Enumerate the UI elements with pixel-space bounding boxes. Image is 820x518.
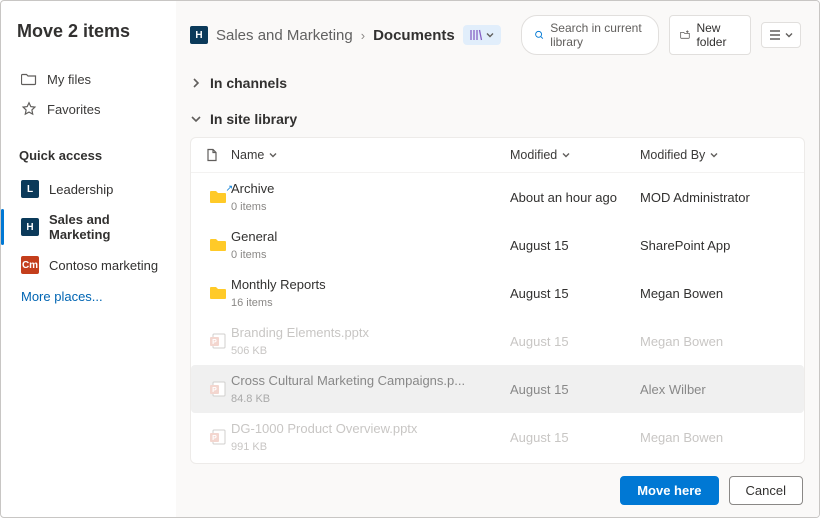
search-placeholder: Search in current library	[550, 21, 646, 49]
modified-cell: August 15	[510, 334, 640, 349]
file-name: Archive	[231, 181, 274, 196]
file-name: Branding Elements.pptx	[231, 325, 369, 340]
column-header-name[interactable]: Name	[231, 148, 510, 162]
table-row[interactable]: General 0 items August 15SharePoint App	[191, 221, 804, 269]
sidebar-item-sales-marketing[interactable]: H Sales and Marketing	[17, 205, 164, 249]
table-header: Name Modified Modified By	[191, 138, 804, 173]
table-row[interactable]: Monthly Reports 16 items August 15Megan Bo…	[191, 269, 804, 317]
modified-cell: August 15	[510, 286, 640, 301]
file-meta: 506 KB	[231, 345, 267, 357]
shortcut-badge: ↗	[225, 183, 233, 194]
file-type-icon: P	[205, 379, 231, 399]
site-icon: H	[190, 26, 208, 44]
view-options-button[interactable]	[761, 22, 801, 48]
file-type-icon: P	[205, 427, 231, 447]
modified-cell: About an hour ago	[510, 190, 640, 205]
file-name: DG-1000 Product Overview.pptx	[231, 421, 417, 436]
svg-text:P: P	[212, 435, 217, 442]
file-name: General	[231, 229, 277, 244]
topbar: H Sales and Marketing › Documents Search…	[176, 1, 819, 65]
chevron-down-icon	[709, 150, 719, 160]
svg-text:P: P	[212, 339, 217, 346]
column-header-modified-by[interactable]: Modified By	[640, 148, 790, 162]
chevron-down-icon	[561, 150, 571, 160]
chevron-down-icon	[190, 113, 202, 125]
site-icon: Cm	[21, 256, 39, 274]
file-meta: 991 KB	[231, 441, 267, 453]
chevron-down-icon	[268, 150, 278, 160]
table-row: P Cross Cultural Marketing Campaigns.p...…	[191, 365, 804, 413]
file-name: Cross Cultural Marketing Campaigns.p...	[231, 373, 465, 388]
chevron-right-icon	[190, 77, 202, 89]
svg-text:P: P	[212, 387, 217, 394]
modified-cell: August 15	[510, 430, 640, 445]
new-folder-icon	[680, 28, 691, 42]
file-type-icon: P	[205, 331, 231, 351]
file-meta: 16 items	[231, 297, 273, 309]
cancel-button[interactable]: Cancel	[729, 476, 803, 505]
list-icon	[768, 28, 782, 42]
star-icon	[21, 101, 37, 117]
modified-by-cell: Megan Bowen	[640, 286, 790, 301]
chevron-down-icon	[485, 30, 495, 40]
sidebar-item-leadership[interactable]: L Leadership	[17, 173, 164, 205]
site-icon: H	[21, 218, 39, 236]
sidebar: Move 2 items My files Favorites Quick ac…	[1, 1, 176, 517]
sidebar-item-label: Contoso marketing	[49, 258, 158, 273]
file-meta: 0 items	[231, 201, 266, 213]
search-input[interactable]: Search in current library	[521, 15, 659, 55]
file-type-icon	[205, 283, 231, 303]
column-type-icon[interactable]	[205, 148, 231, 162]
modified-by-cell: Megan Bowen	[640, 334, 790, 349]
dialog-footer: Move here Cancel	[176, 464, 819, 517]
breadcrumb: H Sales and Marketing › Documents	[190, 25, 501, 45]
breadcrumb-part[interactable]: Sales and Marketing	[216, 27, 353, 44]
quick-access-header: Quick access	[19, 148, 164, 163]
search-icon	[534, 28, 545, 42]
modified-by-cell: MOD Administrator	[640, 190, 790, 205]
folder-icon	[21, 71, 37, 87]
modified-by-cell: Alex Wilber	[640, 382, 790, 397]
modified-cell: August 15	[510, 382, 640, 397]
more-places-link[interactable]: More places...	[17, 281, 164, 312]
nav-label: Favorites	[47, 102, 100, 117]
library-icon	[469, 28, 483, 42]
file-name: Monthly Reports	[231, 277, 326, 292]
group-label: In site library	[210, 111, 297, 127]
library-view-dropdown[interactable]	[463, 25, 501, 45]
site-icon: L	[21, 180, 39, 198]
file-meta: 84.8 KB	[231, 393, 270, 405]
modified-by-cell: Megan Bowen	[640, 430, 790, 445]
file-meta: 0 items	[231, 249, 266, 261]
table-row[interactable]: ↗Archive 0 items About an hour agoMOD Admi…	[191, 173, 804, 221]
column-header-modified[interactable]: Modified	[510, 148, 640, 162]
group-label: In channels	[210, 75, 287, 91]
modified-cell: August 15	[510, 238, 640, 253]
sidebar-item-contoso-marketing[interactable]: Cm Contoso marketing	[17, 249, 164, 281]
move-here-button[interactable]: Move here	[620, 476, 718, 505]
group-in-channels[interactable]: In channels	[176, 65, 819, 101]
chevron-down-icon	[784, 30, 794, 40]
sidebar-item-label: Sales and Marketing	[49, 212, 160, 242]
nav-label: My files	[47, 72, 91, 87]
nav-my-files[interactable]: My files	[17, 64, 164, 94]
file-type-icon	[205, 235, 231, 255]
file-list: Name Modified Modified By ↗Archive 0 item…	[190, 137, 805, 464]
table-row: P Branding Elements.pptx 506 KB August 15Me…	[191, 317, 804, 365]
sidebar-item-label: Leadership	[49, 182, 113, 197]
new-folder-label: New folder	[696, 21, 740, 49]
dialog-title: Move 2 items	[17, 21, 164, 42]
modified-by-cell: SharePoint App	[640, 238, 790, 253]
chevron-right-icon: ›	[361, 28, 365, 43]
table-row: P DG-1000 Product Overview.pptx 991 KB Augu…	[191, 413, 804, 461]
new-folder-button[interactable]: New folder	[669, 15, 751, 55]
breadcrumb-part-current[interactable]: Documents	[373, 27, 455, 44]
nav-favorites[interactable]: Favorites	[17, 94, 164, 124]
content-pane: H Sales and Marketing › Documents Search…	[176, 1, 819, 517]
file-type-icon: ↗	[205, 187, 231, 207]
group-in-site-library[interactable]: In site library	[176, 101, 819, 137]
